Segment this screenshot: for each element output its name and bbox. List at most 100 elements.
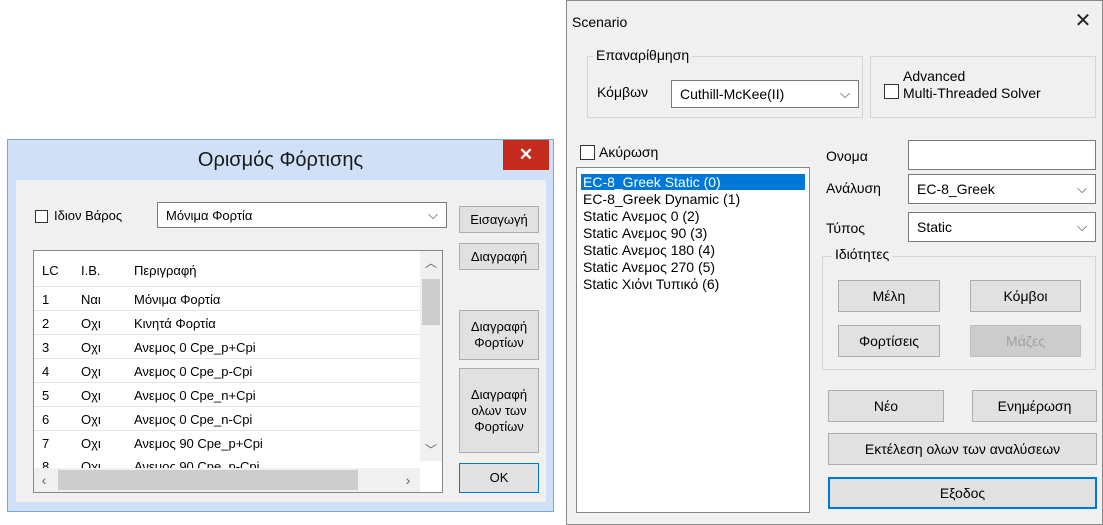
list-item[interactable]: Static Ανεμος 270 (5) xyxy=(581,259,717,275)
list-item[interactable]: Static Χιόνι Τυπικό (6) xyxy=(581,276,721,292)
delete-loads-line2: Φορτίων xyxy=(474,335,524,350)
loadings-button[interactable]: Φορτίσεις xyxy=(838,325,940,357)
table-row[interactable]: 5 Οχι Ανεμος 0 Cpe_n+Cpi xyxy=(34,382,420,407)
cell-description: Ανεμος 0 Cpe_p+Cpi xyxy=(134,339,256,355)
advanced-solver-checkbox[interactable] xyxy=(884,84,899,99)
own-weight-checkbox[interactable] xyxy=(35,210,48,223)
type-select-value: Static xyxy=(917,219,953,235)
advanced-solver-label: Advanced Multi-Threaded Solver xyxy=(903,68,1041,102)
list-item[interactable]: Static Ανεμος 0 (2) xyxy=(581,208,702,224)
load-case-select[interactable]: Μόνιμα Φορτία ⌵ xyxy=(157,202,447,228)
cell-ib: Ναι xyxy=(81,291,101,307)
cell-ib: Οχι xyxy=(81,387,101,403)
cell-ib: Οχι xyxy=(81,315,101,331)
cell-lc: 5 xyxy=(42,387,50,403)
analysis-select[interactable]: EC-8_Greek ⌵ xyxy=(908,174,1096,204)
list-item[interactable]: Static Ανεμος 90 (3) xyxy=(581,225,709,241)
delete-loads-button[interactable]: Διαγραφή Φορτίων xyxy=(459,310,539,360)
dialog-title: Ορισμός Φόρτισης xyxy=(197,149,364,171)
run-all-analyses-button[interactable]: Εκτέλεση ολων των αναλύσεων xyxy=(828,433,1097,465)
analysis-label: Ανάλυση xyxy=(826,180,881,196)
table-row[interactable]: 7 Οχι Ανεμος 90 Cpe_p+Cpi xyxy=(34,430,420,455)
scroll-up-icon[interactable]: ︿ xyxy=(420,251,442,275)
renumbering-method-select[interactable]: Cuthill-McKee(II) ⌵ xyxy=(671,80,859,108)
cell-lc: 7 xyxy=(42,435,50,451)
chevron-down-icon: ⌵ xyxy=(428,207,438,222)
horizontal-scroll-thumb[interactable] xyxy=(58,470,358,490)
cell-description: Μόνιμα Φορτία xyxy=(134,291,221,307)
table-row[interactable]: 3 Οχι Ανεμος 0 Cpe_p+Cpi xyxy=(34,334,420,359)
type-select[interactable]: Static ⌵ xyxy=(908,212,1096,242)
cell-ib: Οχι xyxy=(81,435,101,451)
column-header-lc[interactable]: LC xyxy=(42,263,59,278)
advanced-solver-label-line1: Advanced xyxy=(903,68,966,84)
cell-lc: 3 xyxy=(42,339,50,355)
name-input[interactable] xyxy=(908,140,1096,170)
close-button[interactable]: ✕ xyxy=(1068,6,1098,36)
update-button[interactable]: Ενημέρωση xyxy=(972,390,1097,422)
name-label: Ονομα xyxy=(826,148,868,164)
close-icon: ✕ xyxy=(1074,10,1092,32)
table-row[interactable]: 1 Ναι Μόνιμα Φορτία xyxy=(34,286,420,311)
properties-group-label: Ιδιότητες xyxy=(832,246,893,262)
cell-lc: 6 xyxy=(42,411,50,427)
column-header-description[interactable]: Περιγραφή xyxy=(134,263,197,278)
load-cases-table: LC I.B. Περιγραφή 1 Ναι Μόνιμα Φορτία 2 Οχι Κ… xyxy=(33,250,443,493)
chevron-down-icon: ⌵ xyxy=(840,86,850,101)
cell-description: Ανεμος 0 Cpe_p-Cpi xyxy=(134,363,253,379)
delete-all-loads-line1: Διαγραφή xyxy=(470,386,528,402)
list-item[interactable]: Static Ανεμος 180 (4) xyxy=(581,242,717,258)
list-item[interactable]: EC-8_Greek Dynamic (1) xyxy=(581,191,742,207)
new-button[interactable]: Νέο xyxy=(828,390,944,422)
delete-all-loads-line2: ολων των xyxy=(471,402,527,418)
cell-description: Ανεμος 90 Cpe_p+Cpi xyxy=(134,435,263,451)
table-row[interactable]: 2 Οχι Κινητά Φορτία xyxy=(34,310,420,335)
cell-lc: 2 xyxy=(42,315,50,331)
delete-loads-line1: Διαγραφή xyxy=(470,319,528,334)
own-weight-label: Ιδιον Βάρος xyxy=(54,208,123,223)
load-case-select-value: Μόνιμα Φορτία xyxy=(166,207,253,223)
table-horizontal-scrollbar[interactable]: ‹ › xyxy=(34,468,420,492)
cell-description: Ανεμος 0 Cpe_n-Cpi xyxy=(134,411,253,427)
close-icon: ✕ xyxy=(518,145,534,164)
list-item[interactable]: EC-8_Greek Static (0) xyxy=(581,174,805,190)
table-row[interactable]: 4 Οχι Ανεμος 0 Cpe_p-Cpi xyxy=(34,358,420,383)
delete-all-loads-line3: Φορτίων xyxy=(474,418,524,434)
cell-lc: 1 xyxy=(42,291,50,307)
chevron-down-icon: ⌵ xyxy=(1077,181,1087,196)
cancel-checkbox[interactable] xyxy=(580,145,595,160)
scroll-right-icon[interactable]: › xyxy=(398,468,418,492)
analysis-select-value: EC-8_Greek xyxy=(917,181,995,197)
scroll-down-icon[interactable]: ﹀ xyxy=(420,439,442,461)
nodes-button[interactable]: Κόμβοι xyxy=(970,280,1081,312)
table-header: LC I.B. Περιγραφή xyxy=(34,258,420,282)
renumbering-method-value: Cuthill-McKee(II) xyxy=(680,86,785,102)
cancel-label: Ακύρωση xyxy=(599,144,659,160)
cell-description: Ανεμος 0 Cpe_n+Cpi xyxy=(134,387,256,403)
delete-button[interactable]: Διαγραφή xyxy=(459,243,539,270)
insert-button[interactable]: Εισαγωγή xyxy=(459,206,539,233)
dialog-title: Scenario xyxy=(572,14,628,30)
close-button[interactable]: ✕ xyxy=(503,140,549,170)
ok-button[interactable]: OK xyxy=(459,463,539,493)
vertical-scroll-thumb[interactable] xyxy=(422,279,440,325)
column-header-ib[interactable]: I.B. xyxy=(81,263,101,278)
cell-ib: Οχι xyxy=(81,363,101,379)
cell-lc: 4 xyxy=(42,363,50,379)
nodes-label: Κόμβων xyxy=(597,84,649,100)
exit-button[interactable]: Εξοδος xyxy=(828,477,1097,509)
cell-ib: Οχι xyxy=(81,339,101,355)
cell-ib: Οχι xyxy=(81,411,101,427)
type-label: Τύπος xyxy=(826,220,865,236)
members-button[interactable]: Μέλη xyxy=(838,280,940,312)
scenario-list[interactable]: EC-8_Greek Static (0) EC-8_Greek Dynamic … xyxy=(576,167,810,513)
delete-all-loads-button[interactable]: Διαγραφή ολων των Φορτίων xyxy=(459,368,539,453)
renumbering-group-label: Επαναρίθμηση xyxy=(593,47,693,63)
cell-description: Κινητά Φορτία xyxy=(134,315,216,331)
advanced-solver-label-line2: Multi-Threaded Solver xyxy=(903,85,1041,101)
table-row[interactable]: 6 Οχι Ανεμος 0 Cpe_n-Cpi xyxy=(34,406,420,431)
masses-button: Μάζες xyxy=(970,325,1081,357)
table-vertical-scrollbar[interactable]: ︿ ﹀ xyxy=(420,251,442,461)
scroll-left-icon[interactable]: ‹ xyxy=(34,468,54,492)
chevron-down-icon: ⌵ xyxy=(1077,219,1087,234)
